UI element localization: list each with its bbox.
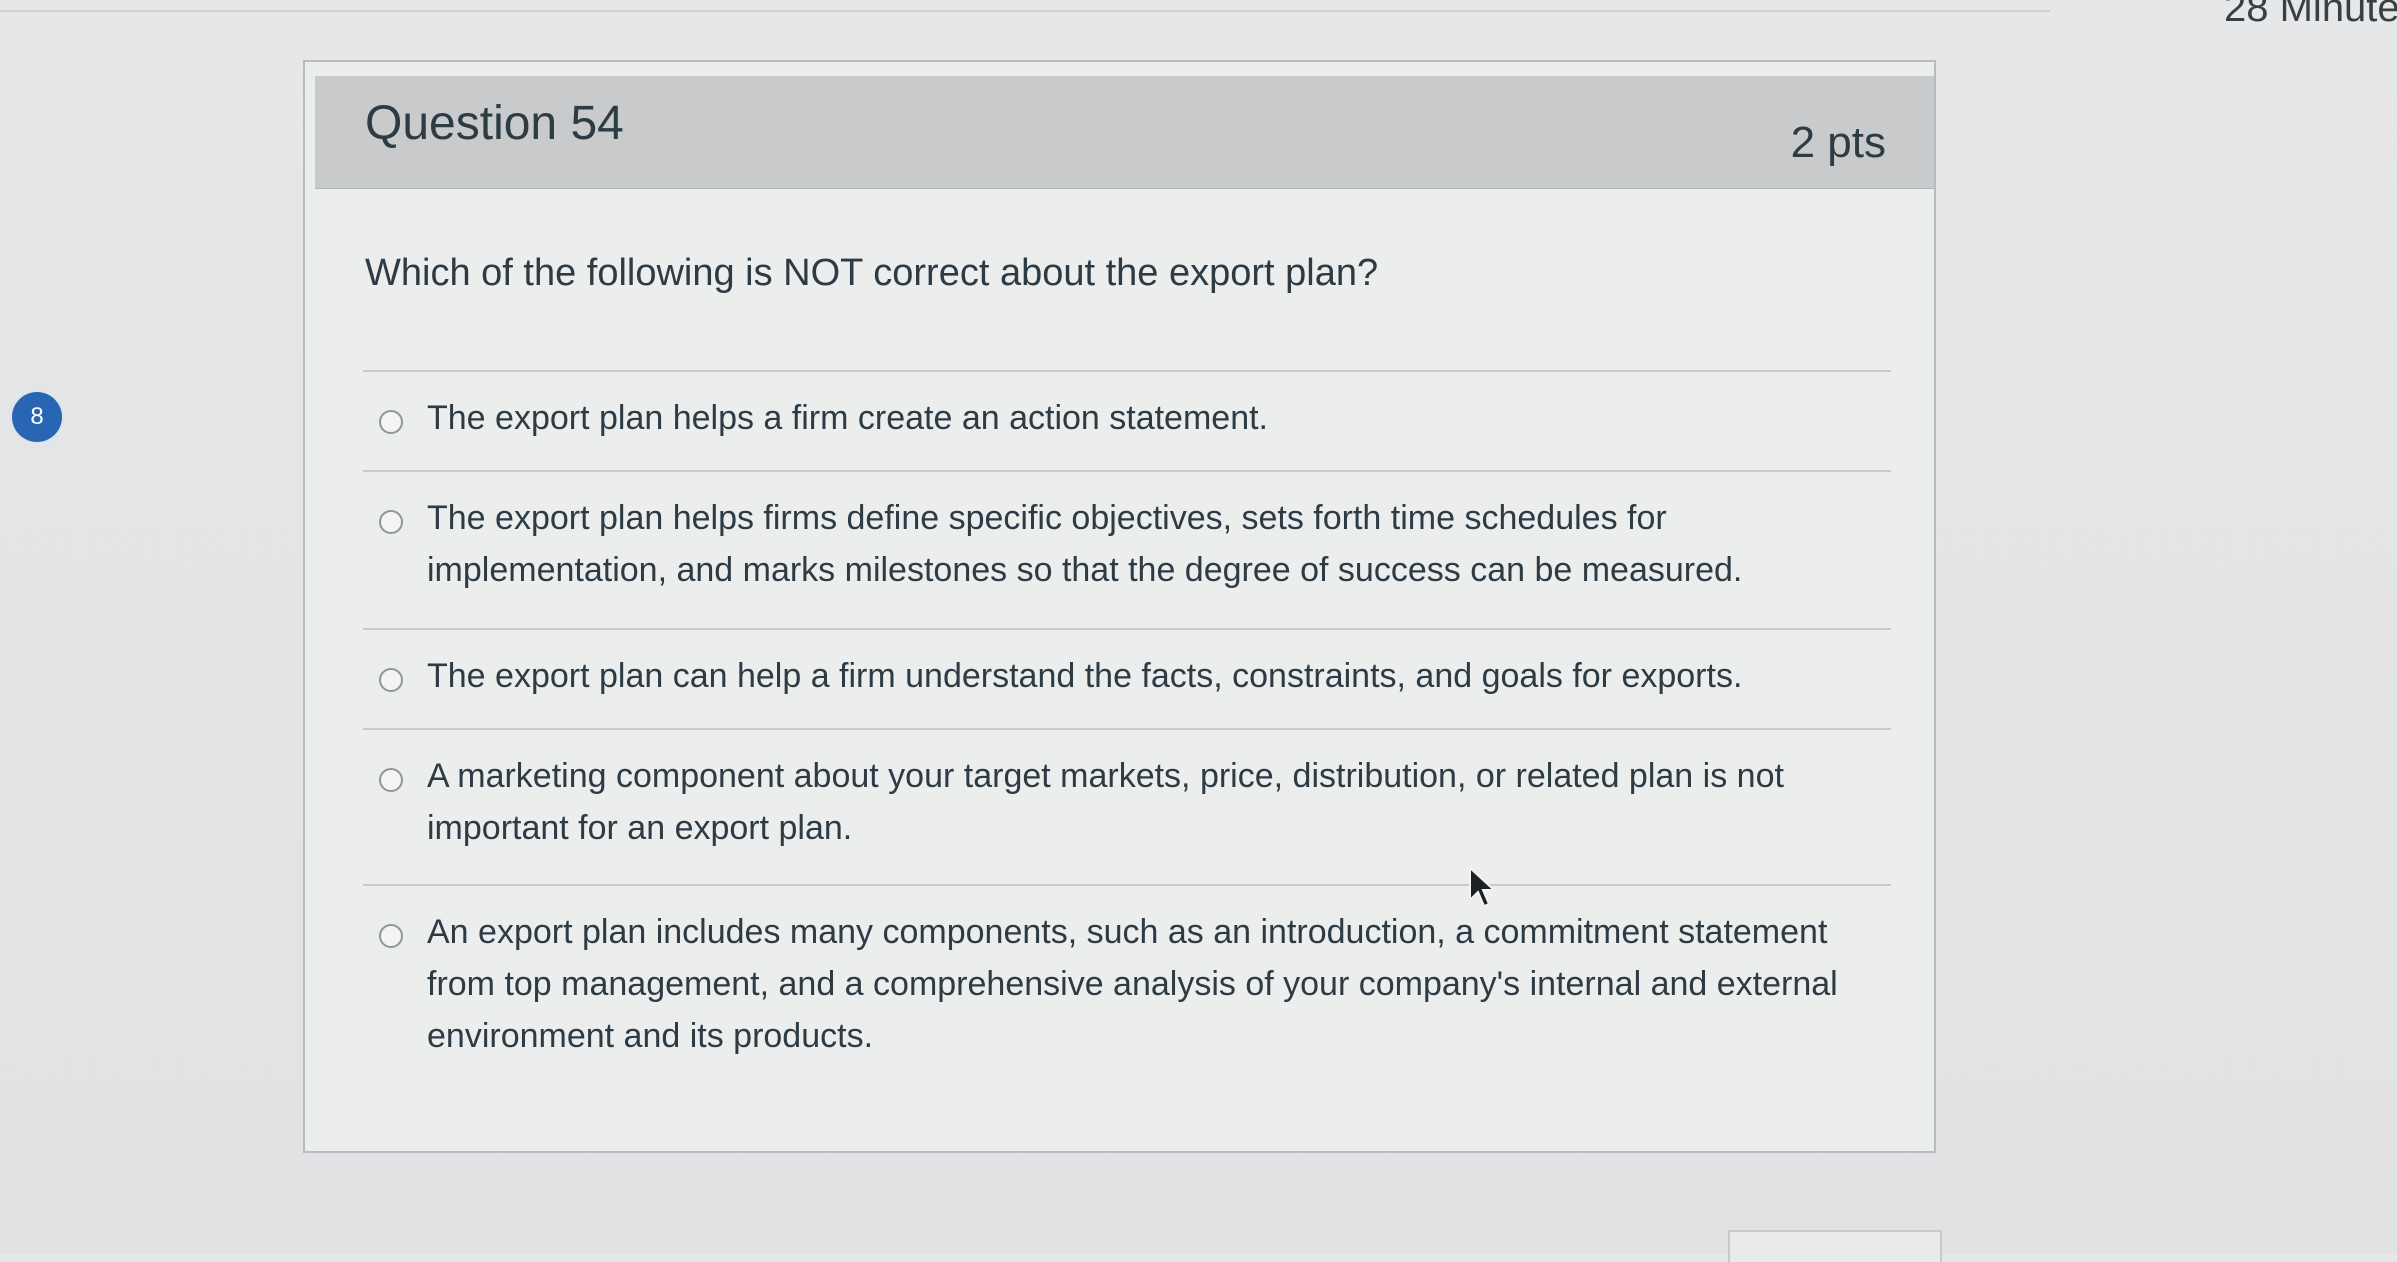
radio-button-icon[interactable] [379,924,403,948]
answer-label: The export plan helps firms define speci… [427,499,1743,589]
question-card: Question 54 2 pts Which of the following… [303,60,1936,1153]
mouse-pointer-icon [1469,866,1497,908]
question-title: Question 54 [365,97,624,150]
answer-option-5[interactable]: An export plan includes many components,… [363,884,1891,1104]
answer-option-2[interactable]: The export plan helps firms define speci… [363,470,1891,628]
answer-label: The export plan helps a firm create an a… [427,399,1269,437]
answer-label: An export plan includes many components,… [427,913,1838,1055]
radio-button-icon[interactable] [379,768,403,792]
timer-text: 28 Minute [2224,0,2397,30]
question-points: 2 pts [1790,118,1886,167]
answer-option-4[interactable]: A marketing component about your target … [363,728,1891,884]
question-number-badge[interactable]: 8 [12,392,62,442]
question-header: Question 54 2 pts [315,76,1934,189]
radio-button-icon[interactable] [379,410,403,434]
top-divider [0,10,2050,12]
answer-label: The export plan can help a firm understa… [427,657,1743,695]
radio-button-icon[interactable] [379,510,403,534]
radio-button-icon[interactable] [379,668,403,692]
question-text: Which of the following is NOT correct ab… [365,252,1379,294]
badge-number: 8 [30,403,44,430]
answer-option-1[interactable]: The export plan helps a firm create an a… [363,370,1891,470]
answer-label: A marketing component about your target … [427,757,1784,847]
bottom-panel-edge [1728,1230,1942,1262]
answer-list: The export plan helps a firm create an a… [363,370,1891,1104]
answer-option-3[interactable]: The export plan can help a firm understa… [363,628,1891,728]
